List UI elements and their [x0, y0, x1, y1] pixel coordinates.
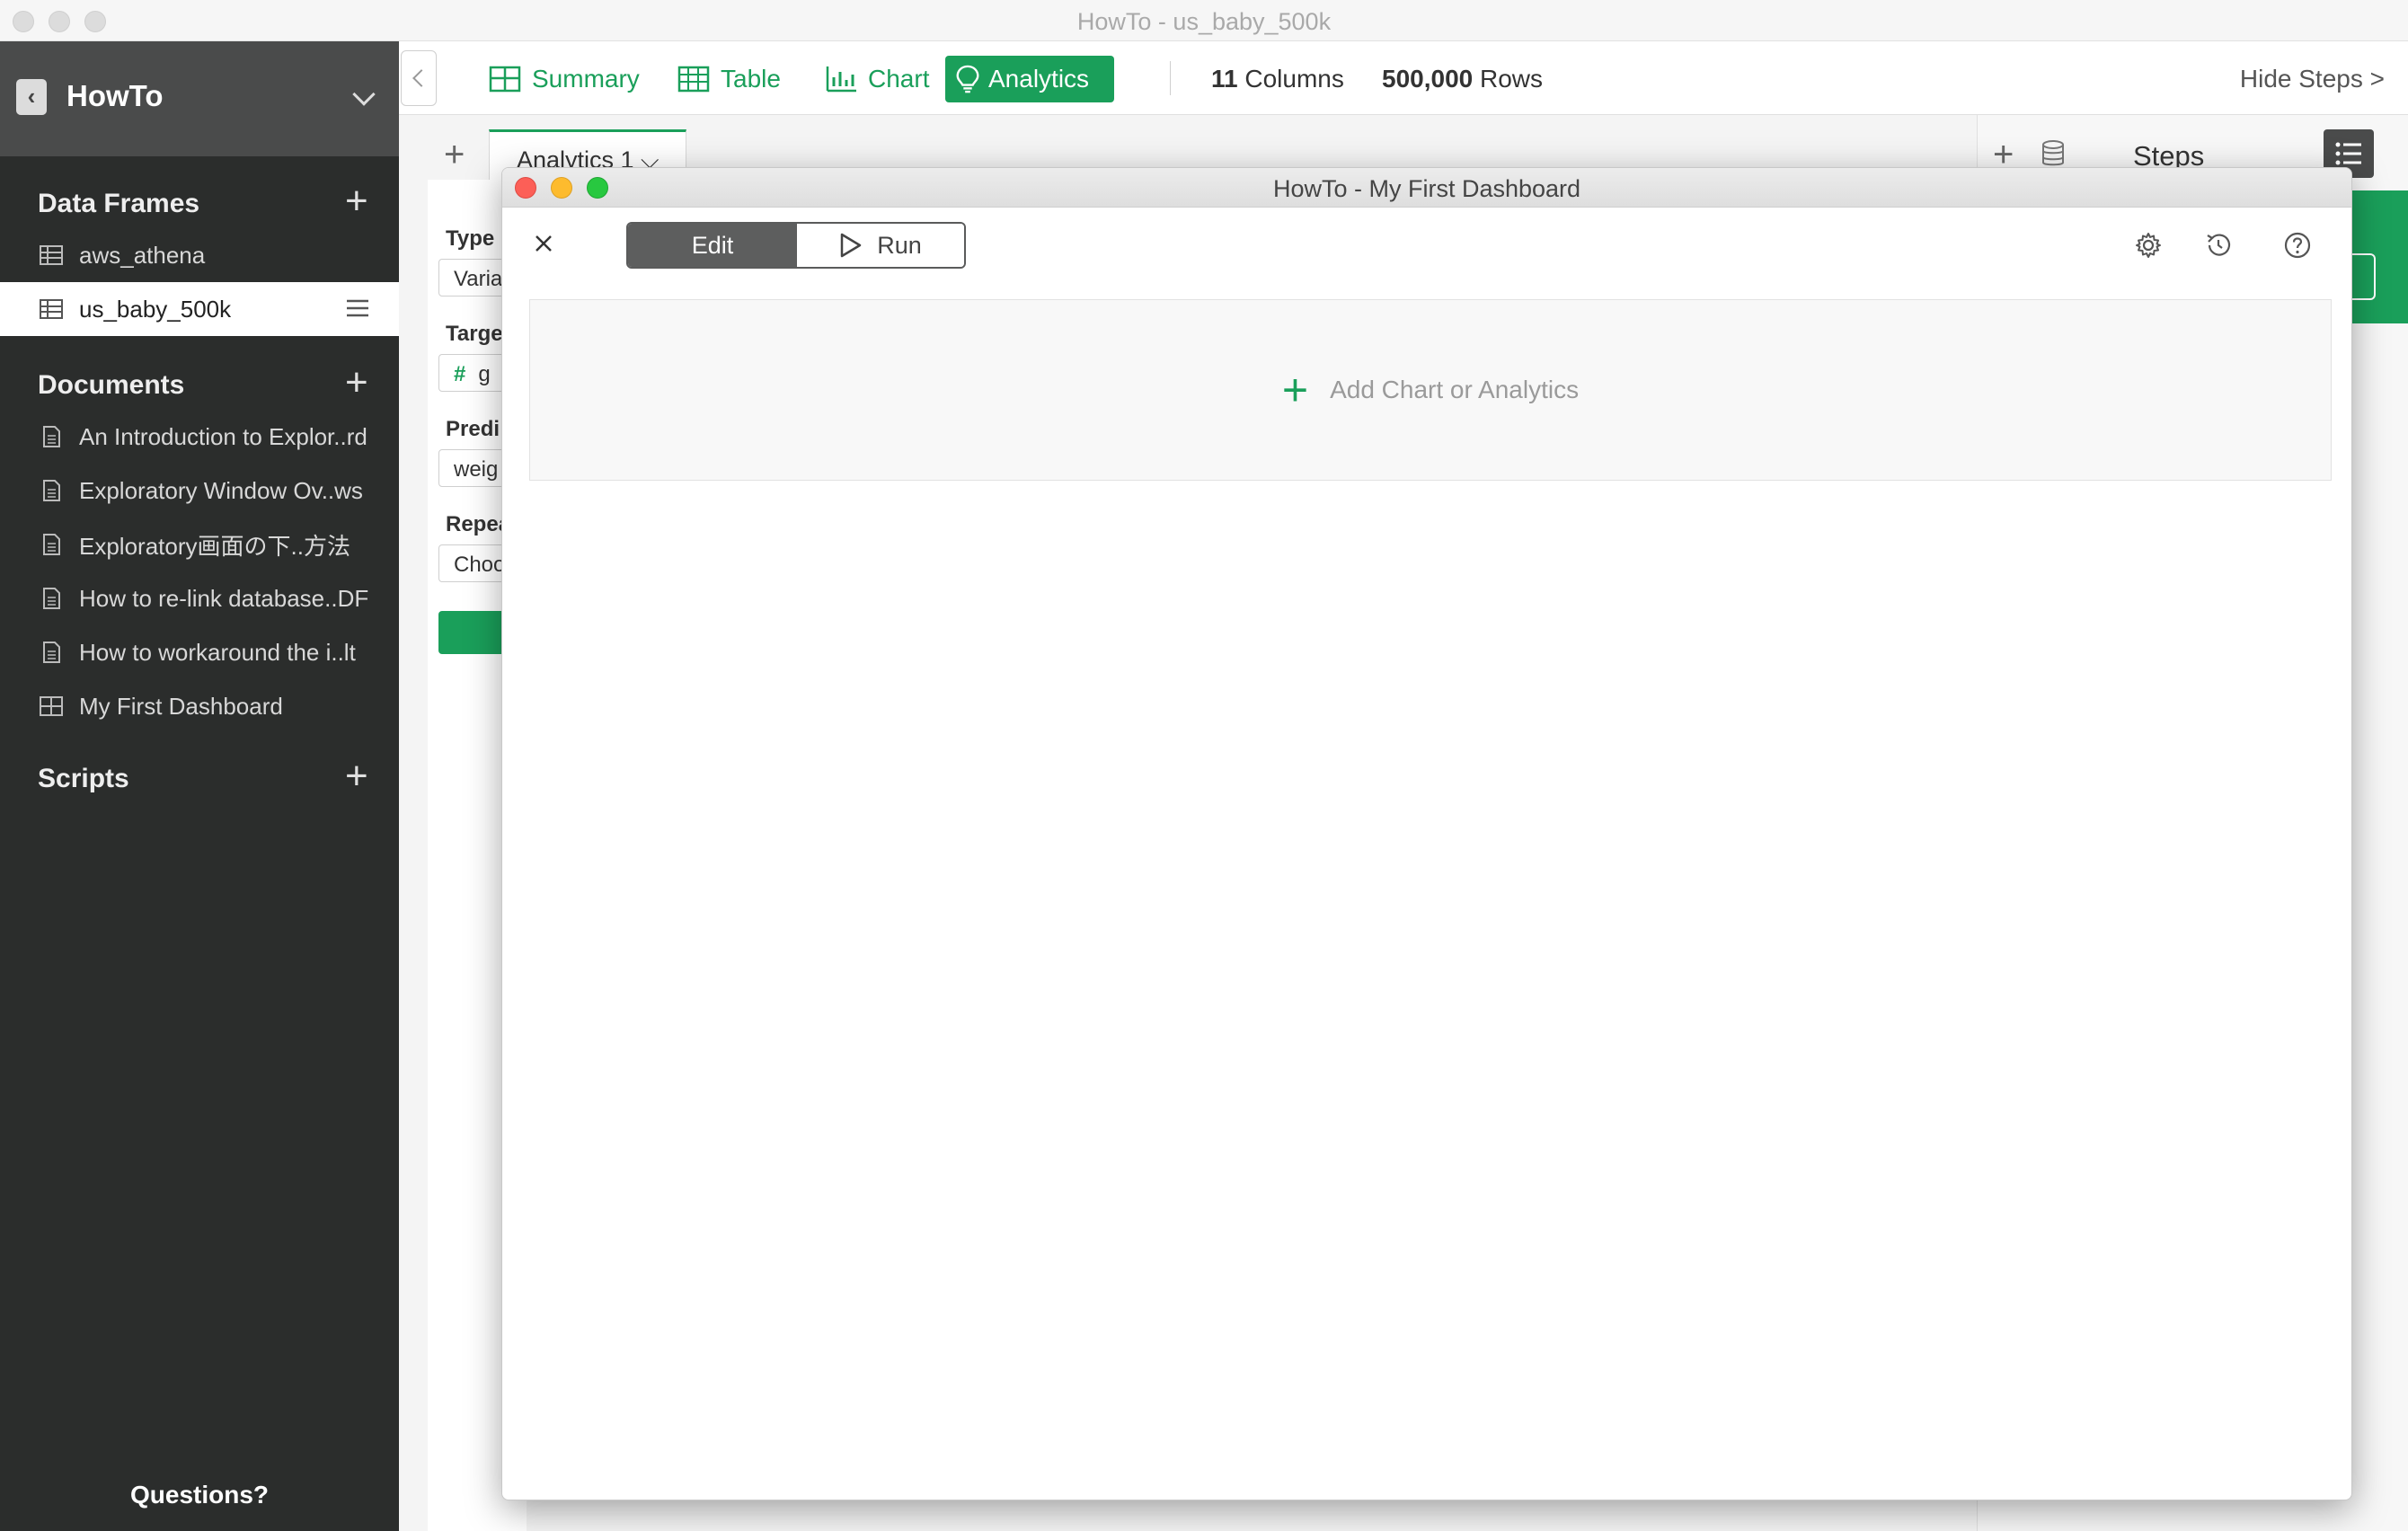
sidebar: ‹ HowTo Data Frames + aws_athena us_baby… [0, 41, 399, 1531]
sidebar-item-aws-athena[interactable]: aws_athena [0, 228, 399, 282]
summary-icon [489, 66, 521, 93]
run-label: Run [877, 231, 922, 259]
lightbulb-icon [956, 65, 979, 93]
dashboard-window: HowTo - My First Dashboard Edit Run + Ad… [501, 167, 2352, 1500]
chart-icon [826, 66, 856, 93]
sidebar-item-document[interactable]: An Introduction to Explor..rd [0, 410, 399, 464]
scripts-heading: Scripts [38, 764, 129, 793]
sidebar-item-us-baby-500k[interactable]: us_baby_500k [0, 282, 399, 336]
document-icon [43, 642, 60, 663]
type-label: Type [446, 226, 495, 251]
collapse-sidebar-button[interactable] [401, 50, 437, 106]
hamburger-menu-icon[interactable] [347, 298, 368, 318]
tab-chart[interactable]: Chart [816, 56, 938, 102]
dashboard-titlebar: HowTo - My First Dashboard [502, 168, 2351, 208]
target-label: Targe [446, 322, 503, 346]
sidebar-item-document[interactable]: How to workaround the i..lt [0, 625, 399, 679]
sidebar-item-label: Exploratory画面の下..方法 [79, 532, 350, 560]
data-frames-heading: Data Frames [38, 189, 200, 218]
scripts-section: Scripts + [0, 753, 399, 803]
columns-count: 11 Columns [1211, 65, 1344, 93]
run-mode-button[interactable]: Run [797, 224, 964, 267]
tab-table[interactable]: Table [668, 56, 790, 102]
gear-icon[interactable] [2134, 231, 2163, 260]
table-icon [677, 66, 710, 93]
hide-steps-button[interactable]: Hide Steps > [2240, 65, 2385, 93]
sidebar-item-document[interactable]: Exploratory Window Ov..ws [0, 464, 399, 518]
add-analytics-tab-button[interactable]: + [444, 135, 465, 175]
table-icon [40, 299, 63, 319]
columns-count-label: Columns [1244, 65, 1344, 93]
document-icon [43, 588, 60, 609]
play-icon [840, 233, 862, 258]
sidebar-item-label: Exploratory Window Ov..ws [79, 476, 363, 504]
sidebar-item-label: aws_athena [79, 241, 206, 269]
history-icon[interactable] [2204, 231, 2233, 260]
predictor-label: Predi [446, 417, 500, 441]
tab-analytics[interactable]: Analytics [945, 56, 1114, 102]
documents-heading: Documents [38, 370, 185, 400]
add-chart-or-analytics-area[interactable]: + Add Chart or Analytics [529, 299, 2332, 481]
tab-table-label: Table [721, 65, 781, 93]
rows-count: 500,000 Rows [1382, 65, 1543, 93]
edit-run-toggle: Edit Run [626, 222, 966, 269]
window-title: HowTo - us_baby_500k [1076, 8, 1332, 35]
add-data-frame-button[interactable]: + [345, 180, 368, 223]
add-document-button[interactable]: + [345, 361, 368, 404]
target-value: g [478, 362, 491, 386]
dashboard-title: HowTo - My First Dashboard [1272, 175, 1581, 202]
rows-count-label: Rows [1480, 65, 1544, 93]
edit-mode-button[interactable]: Edit [628, 224, 797, 267]
numeric-hash-icon: # [454, 362, 466, 386]
dashboard-icon [40, 696, 63, 716]
sidebar-item-label: How to workaround the i..lt [79, 638, 356, 666]
document-icon [43, 480, 60, 501]
help-icon[interactable] [2283, 231, 2312, 260]
sidebar-item-label: My First Dashboard [79, 692, 283, 720]
chevron-down-icon[interactable] [352, 83, 376, 106]
window-titlebar: HowTo - us_baby_500k [0, 0, 2408, 41]
questions-link[interactable]: Questions? [0, 1481, 399, 1509]
document-icon [43, 426, 60, 447]
documents-section: Documents + [0, 359, 399, 410]
tab-summary[interactable]: Summary [480, 56, 649, 102]
sidebar-item-document[interactable]: Exploratory画面の下..方法 [0, 518, 399, 571]
project-header[interactable]: ‹ HowTo [0, 41, 399, 156]
rows-count-value: 500,000 [1382, 65, 1474, 93]
sidebar-item-dashboard[interactable]: My First Dashboard [0, 679, 399, 733]
sidebar-item-label: us_baby_500k [79, 295, 232, 323]
close-icon[interactable] [529, 229, 558, 258]
document-icon [43, 534, 60, 555]
sidebar-item-label: How to re-link database..DF [79, 584, 369, 612]
table-icon [40, 245, 63, 265]
add-chart-or-analytics-label: Add Chart or Analytics [1330, 376, 1580, 403]
project-name: HowTo [66, 79, 164, 112]
tab-analytics-label: Analytics [988, 65, 1090, 93]
top-toolbar: Summary Table Chart Analytics 11 Columns… [399, 41, 2408, 115]
add-script-button[interactable]: + [345, 755, 368, 798]
tab-chart-label: Chart [868, 65, 930, 93]
back-icon[interactable]: ‹ [16, 79, 47, 115]
toolbar-divider [1170, 61, 1171, 95]
data-frames-section: Data Frames + [0, 178, 399, 228]
sidebar-item-document[interactable]: How to re-link database..DF [0, 571, 399, 625]
plus-icon: + [1281, 365, 1309, 415]
database-icon[interactable] [2041, 140, 2065, 167]
columns-count-value: 11 [1211, 65, 1238, 93]
tab-summary-label: Summary [532, 65, 640, 93]
sidebar-item-label: An Introduction to Explor..rd [79, 422, 367, 450]
